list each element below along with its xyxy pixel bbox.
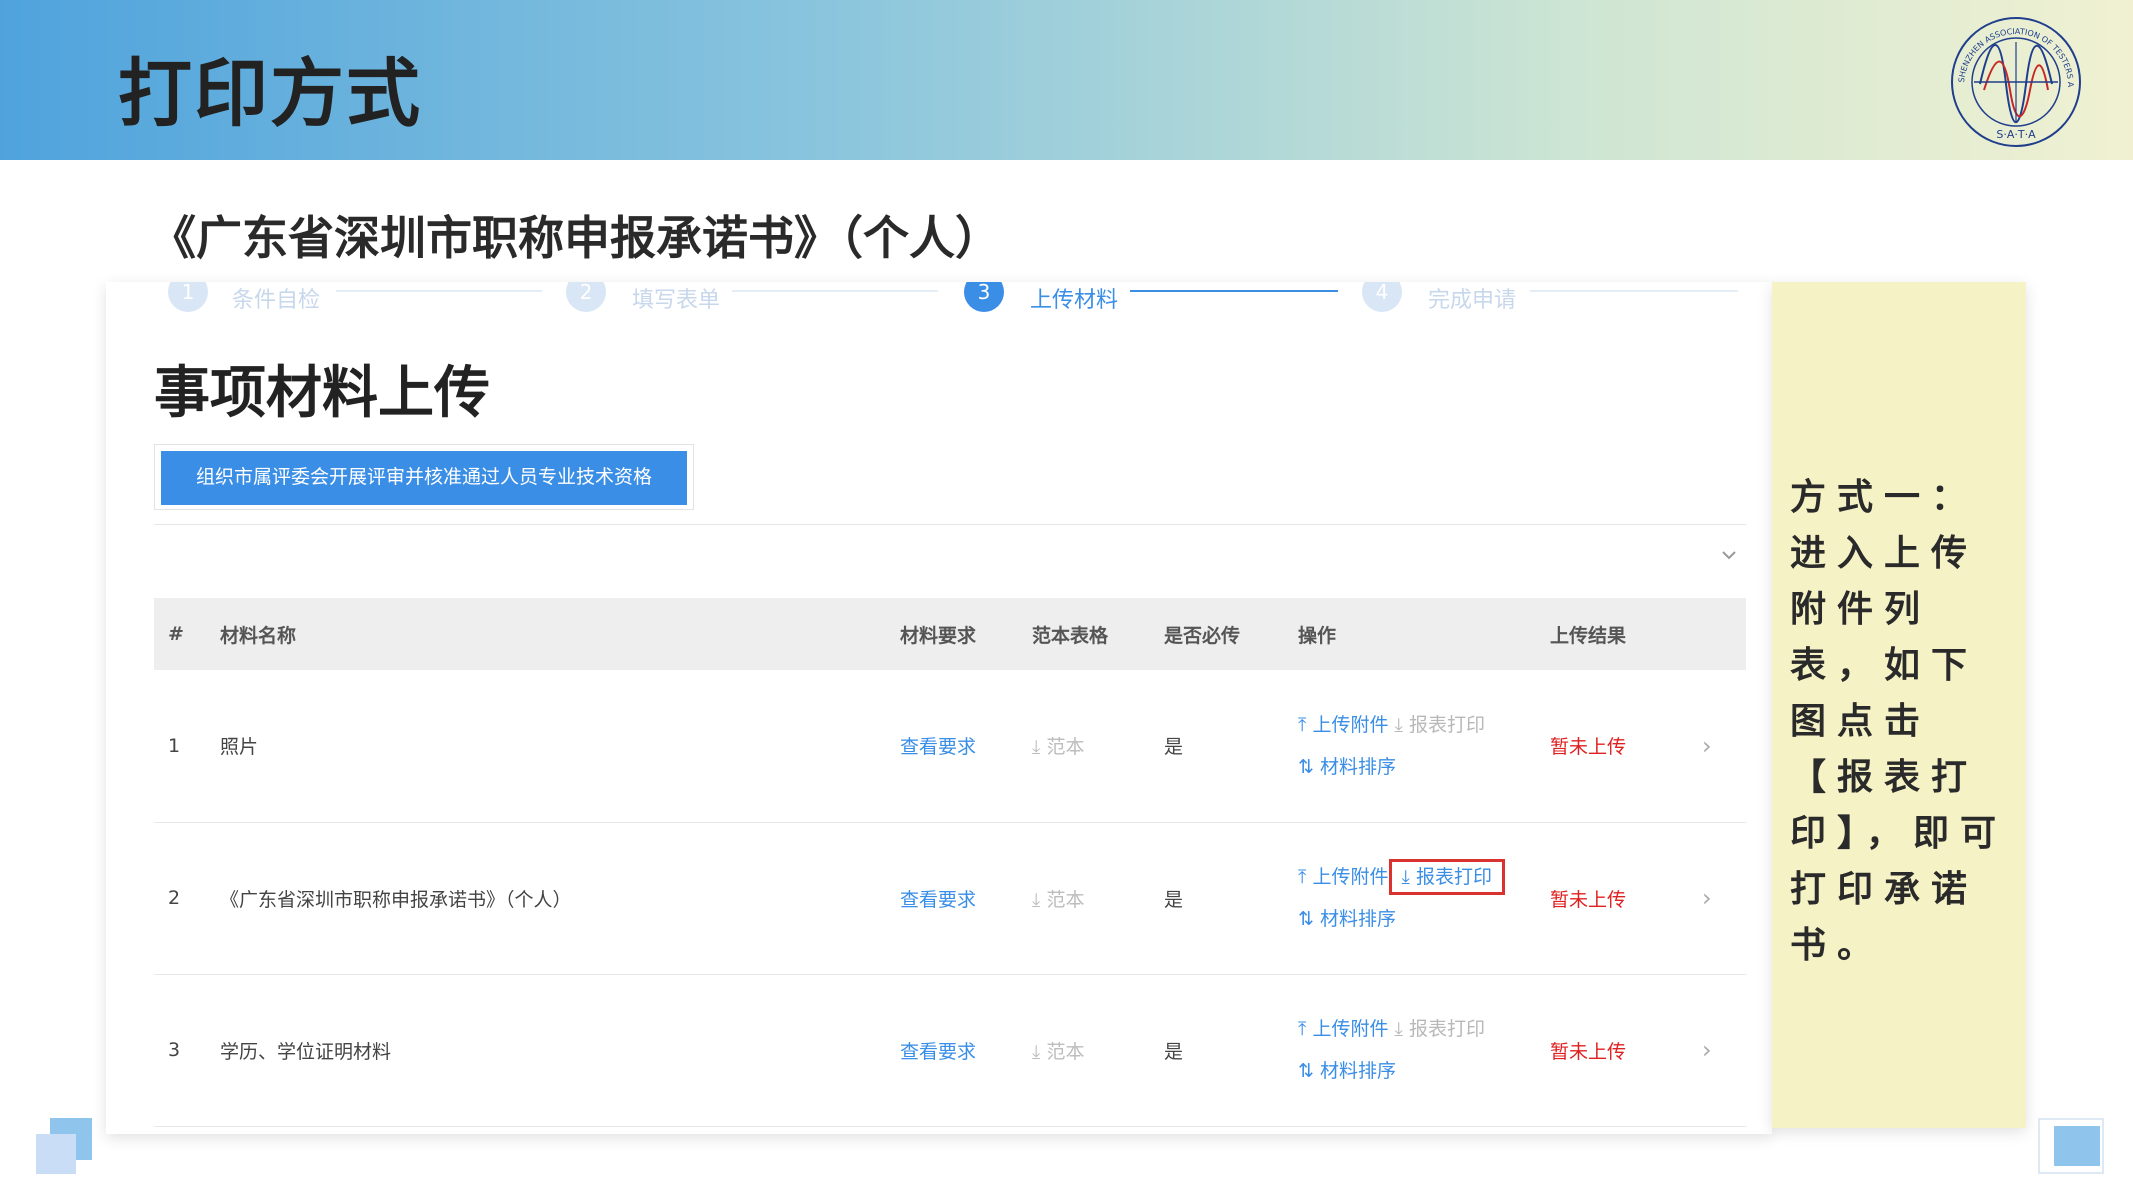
item-tab-button[interactable]: 组织市属评委会开展评审并核准通过人员专业技术资格: [161, 451, 687, 505]
upload-label: 上传附件: [1312, 713, 1389, 736]
divider: [154, 524, 1746, 525]
upload-attachment-link[interactable]: ⤒ 上传附件: [1298, 1018, 1388, 1040]
sort-label: 材料排序: [1319, 1060, 1396, 1082]
download-icon: ⤓: [1394, 1018, 1403, 1040]
step-4-circle: 4: [1362, 282, 1402, 312]
report-print-link-highlighted[interactable]: ⤓ 报表打印: [1388, 859, 1505, 895]
download-icon: ⤓: [1394, 713, 1403, 736]
material-sort-link[interactable]: ⇅ 材料排序: [1298, 908, 1396, 930]
template-label: 范本: [1046, 1040, 1085, 1063]
material-sort-link[interactable]: ⇅ 材料排序: [1298, 756, 1396, 778]
print-label: 报表打印: [1408, 713, 1485, 736]
association-logo: SHENZHEN ASSOCIATION OF TESTERS AND ANAL…: [1944, 12, 2081, 147]
row-index: 2: [154, 822, 220, 975]
material-name: 照片: [220, 670, 900, 823]
col-expand: [1702, 598, 1746, 670]
required-flag: 是: [1164, 822, 1298, 975]
step-2-circle: 2: [566, 282, 606, 312]
chevron-right-icon[interactable]: ›: [1702, 884, 1712, 912]
upload-label: 上传附件: [1312, 1018, 1389, 1040]
row-index: 1: [154, 670, 220, 823]
step-connector: [732, 290, 938, 292]
slide: 打印方式 SHENZHEN ASSOCIATION OF TESTERS AND…: [0, 0, 2133, 1200]
col-operations: 操作: [1298, 598, 1550, 670]
step-4-label[interactable]: 完成申请: [1428, 282, 1516, 314]
required-flag: 是: [1164, 670, 1298, 823]
sort-label: 材料排序: [1319, 908, 1396, 930]
upload-icon: ⤒: [1298, 713, 1307, 736]
sort-icon: ⇅: [1298, 1060, 1314, 1082]
table-row: 1 照片 查看要求 ⤓ 范本 是 ⤒ 上传附件 ⤓ 报表打印 ⇅ 材料排序 暂未…: [154, 670, 1746, 823]
step-3-label[interactable]: 上传材料: [1030, 282, 1118, 314]
table-row: 3 学历、学位证明材料 查看要求 ⤓ 范本 是 ⤒ 上传附件 ⤓ 报表打印 ⇅ …: [154, 974, 1746, 1127]
step-1-label[interactable]: 条件自检: [232, 282, 320, 314]
step-1-circle: 1: [168, 282, 208, 312]
report-print-link[interactable]: ⤓ 报表打印: [1395, 714, 1485, 736]
section-title: 事项材料上传: [154, 361, 490, 426]
item-tab-container: 组织市属评委会开展评审并核准通过人员专业技术资格: [154, 444, 694, 510]
download-icon: ⤓: [1401, 866, 1410, 888]
material-sort-link[interactable]: ⇅ 材料排序: [1298, 1060, 1396, 1082]
download-icon: ⤓: [1032, 736, 1041, 759]
sort-label: 材料排序: [1319, 755, 1396, 778]
view-requirement-link[interactable]: 查看要求: [900, 736, 976, 758]
instruction-note: 方式一：进入上传附件列表，如下图点击【报表打印】，即可打印承诺书。: [1772, 282, 2026, 1128]
col-name: 材料名称: [220, 598, 900, 670]
view-requirement-link[interactable]: 查看要求: [900, 889, 976, 911]
sort-icon: ⇅: [1298, 908, 1314, 930]
sort-icon: ⇅: [1298, 755, 1314, 778]
col-required: 是否必传: [1164, 598, 1298, 670]
material-name: 学历、学位证明材料: [220, 974, 900, 1127]
step-3-circle: 3: [964, 282, 1004, 312]
col-template: 范本表格: [1032, 598, 1164, 670]
chevron-down-icon[interactable]: [1718, 544, 1740, 566]
table-row: 2 《广东省深圳市职称申报承诺书》（个人） 查看要求 ⤓ 范本 是 ⤒ 上传附件…: [154, 822, 1746, 975]
col-index: #: [154, 598, 220, 670]
material-name: 《广东省深圳市职称申报承诺书》（个人）: [220, 822, 900, 975]
step-connector: [336, 290, 542, 292]
materials-table: # 材料名称 材料要求 范本表格 是否必传 操作 上传结果 1 照片 查看要求 …: [154, 598, 1746, 1127]
upload-status: 暂未上传: [1550, 736, 1627, 759]
svg-text:SHENZHEN ASSOCIATION OF TESTER: SHENZHEN ASSOCIATION OF TESTERS AND ANAL…: [1944, 12, 2075, 88]
upload-label: 上传附件: [1312, 866, 1389, 888]
view-requirement-link[interactable]: 查看要求: [900, 1041, 976, 1063]
upload-icon: ⤒: [1298, 1018, 1307, 1040]
template-label: 范本: [1046, 736, 1085, 759]
template-link[interactable]: ⤓ 范本: [1032, 736, 1084, 758]
print-label: 报表打印: [1408, 1018, 1485, 1040]
chevron-right-icon[interactable]: ›: [1702, 1036, 1712, 1064]
instruction-text: 方式一：进入上传附件列表，如下图点击【报表打印】，即可打印承诺书。: [1790, 477, 2008, 966]
logo-abbr: S·A·T·A: [1996, 128, 2036, 141]
upload-attachment-link[interactable]: ⤒ 上传附件: [1298, 714, 1388, 736]
upload-icon: ⤒: [1298, 866, 1307, 888]
document-subtitle: 《广东省深圳市职称申报承诺书》（个人）: [150, 211, 1001, 265]
download-icon: ⤓: [1032, 888, 1041, 911]
template-link[interactable]: ⤓ 范本: [1032, 889, 1084, 911]
step-connector: [1530, 290, 1738, 292]
logo-ring-text: SHENZHEN ASSOCIATION OF TESTERS AND ANAL…: [1944, 12, 2075, 88]
report-print-link[interactable]: ⤓ 报表打印: [1395, 1018, 1485, 1040]
step-progress: 1 条件自检 2 填写表单 3 上传材料 4 完成申请: [106, 282, 1772, 322]
download-icon: ⤓: [1032, 1040, 1041, 1063]
decor-square: [2054, 1126, 2100, 1166]
col-result: 上传结果: [1550, 598, 1702, 670]
row-index: 3: [154, 974, 220, 1127]
upload-attachment-link[interactable]: ⤒ 上传附件: [1298, 866, 1388, 888]
decor-square: [36, 1134, 76, 1174]
step-2-label[interactable]: 填写表单: [632, 282, 720, 314]
template-label: 范本: [1046, 888, 1085, 911]
page-title: 打印方式: [118, 51, 422, 137]
upload-status: 暂未上传: [1550, 888, 1627, 911]
chevron-right-icon[interactable]: ›: [1702, 732, 1712, 760]
upload-status: 暂未上传: [1550, 1040, 1627, 1063]
print-label: 报表打印: [1415, 866, 1492, 888]
col-requirement: 材料要求: [900, 598, 1032, 670]
table-header-row: # 材料名称 材料要求 范本表格 是否必传 操作 上传结果: [154, 598, 1746, 670]
template-link[interactable]: ⤓ 范本: [1032, 1041, 1084, 1063]
step-connector-active: [1130, 290, 1338, 292]
required-flag: 是: [1164, 974, 1298, 1127]
screenshot-card: 1 条件自检 2 填写表单 3 上传材料 4 完成申请 事项材料上传 组织市属评…: [106, 282, 1772, 1134]
